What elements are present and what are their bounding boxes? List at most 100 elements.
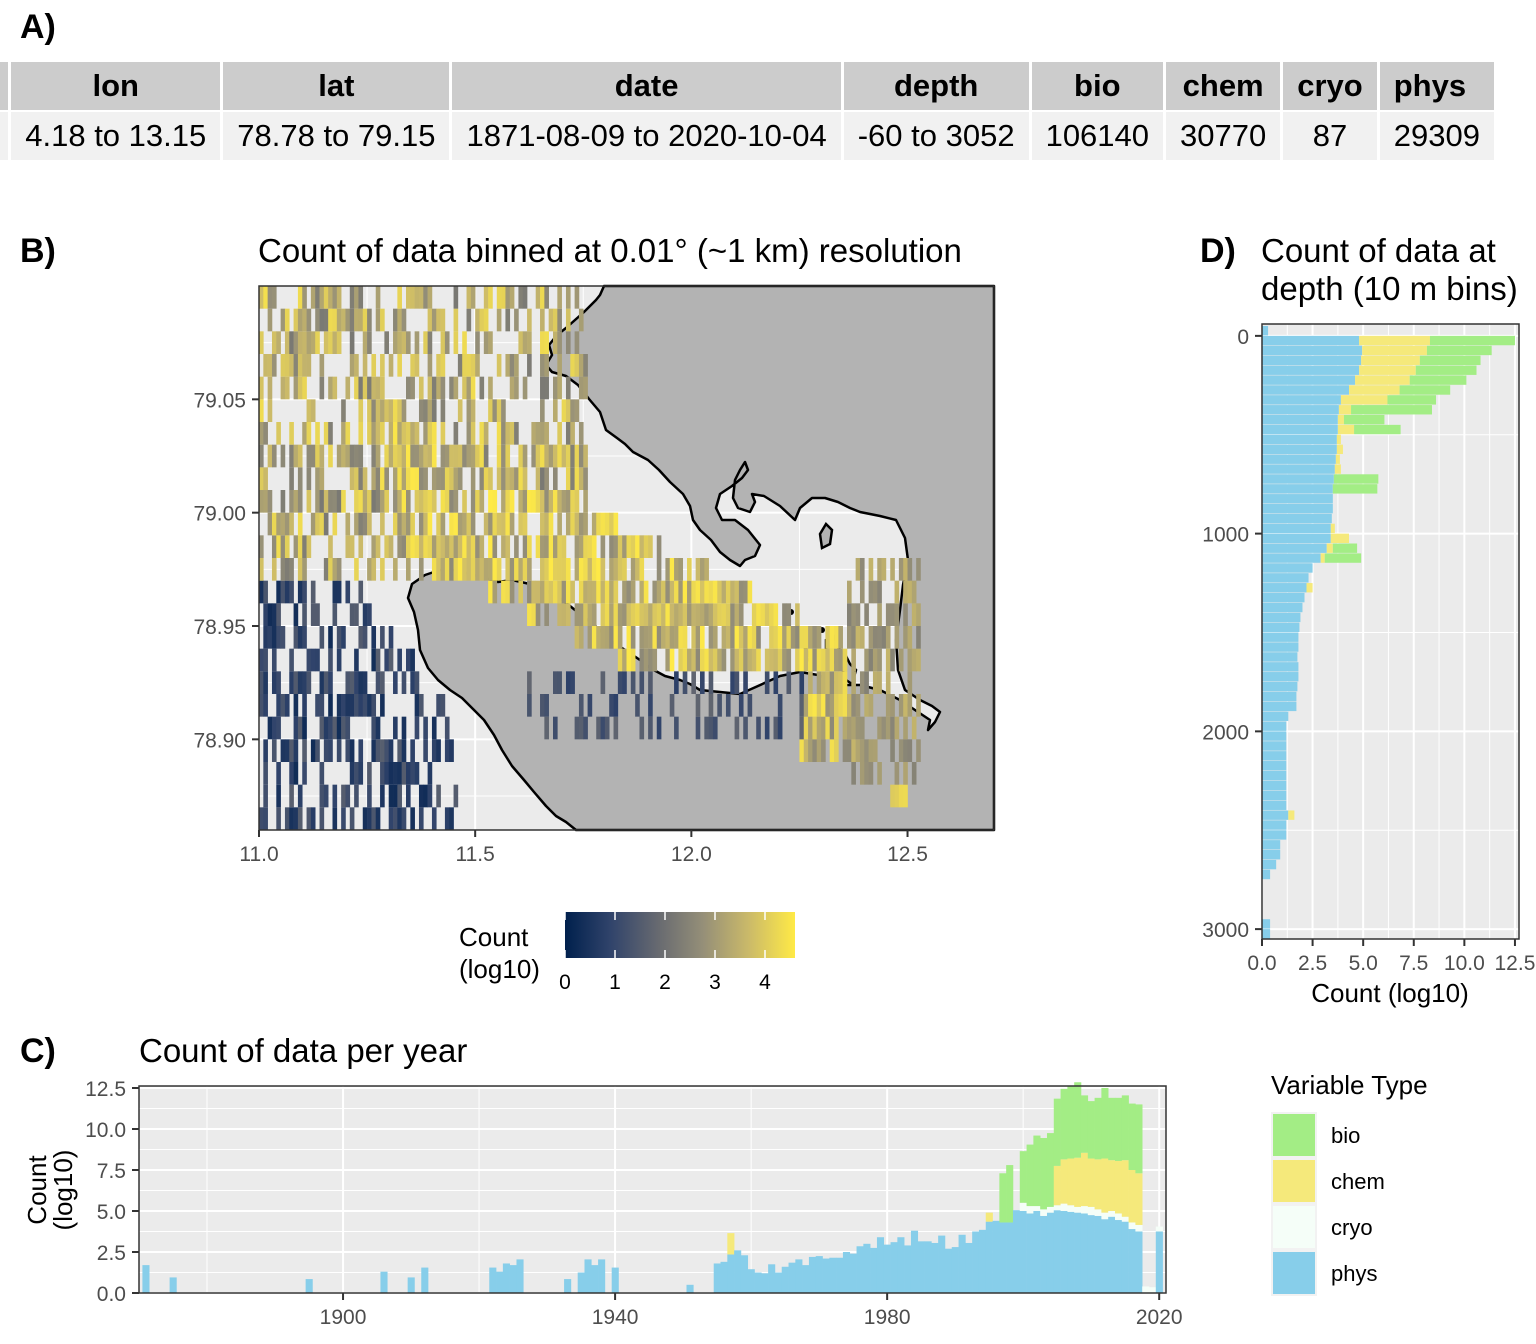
heatmap-cell (540, 694, 545, 717)
heatmap-cell (466, 422, 472, 445)
heatmap-cell (596, 716, 601, 740)
depth-bar-phys (1262, 642, 1299, 652)
depth-bar-phys (1262, 474, 1334, 484)
heatmap-cell (669, 626, 675, 649)
heatmap-cell (362, 331, 368, 354)
heatmap-cell (617, 671, 623, 694)
heatmap-cell (721, 580, 727, 604)
heatmap-cell (475, 308, 480, 332)
depth-bar-bio (1332, 543, 1358, 553)
heatmap-cell (323, 308, 329, 332)
year-bar-bio (1094, 1097, 1102, 1160)
year-bar-chem (1094, 1159, 1102, 1210)
heatmap-cell (535, 580, 541, 604)
heatmap-cell (847, 626, 852, 649)
heatmap-cell (354, 467, 359, 490)
heatmap-cell (414, 422, 420, 445)
heatmap-cell (535, 422, 541, 445)
heatmap-cell (406, 444, 411, 468)
heatmap-cell (302, 558, 307, 581)
heatmap-cell (393, 331, 398, 354)
year-bar-phys (1114, 1220, 1123, 1293)
heatmap-cell (271, 286, 277, 309)
depth-bar-chem (1330, 533, 1350, 544)
heatmap-cell (310, 286, 316, 309)
year-bar-cryo (1094, 1209, 1102, 1216)
heatmap-cell (557, 671, 562, 694)
year-bar-phys (1026, 1213, 1034, 1293)
heatmap-cell (328, 739, 333, 762)
heatmap-cell (648, 626, 653, 649)
heatmap-cell (349, 286, 355, 309)
heatmap-cell (916, 739, 921, 762)
heatmap-cell (384, 490, 390, 513)
heatmap-cell (410, 512, 415, 536)
heatmap-cell (496, 286, 502, 309)
heatmap-cell (345, 512, 351, 536)
depth-bar-phys (1262, 701, 1297, 712)
heatmap-cell (310, 580, 316, 604)
heatmap-cell (449, 739, 454, 762)
heatmap-cell (544, 490, 549, 513)
depth-bar-bio (1426, 345, 1492, 356)
heatmap-cell (505, 467, 511, 490)
heatmap-cell (328, 626, 333, 649)
heatmap-cell (384, 535, 390, 558)
heatmap-cell (336, 444, 342, 468)
year-bar-phys (951, 1247, 959, 1293)
year-bar-phys (1087, 1215, 1095, 1293)
heatmap-cell (462, 490, 467, 513)
heatmap-cell (479, 308, 485, 332)
heatmap-cell (712, 716, 718, 740)
heatmap-cell (263, 671, 268, 694)
heatmap-cell (795, 603, 800, 626)
year-bar-phys (421, 1267, 429, 1293)
year-bar-chem (1128, 1170, 1136, 1223)
heatmap-cell (626, 626, 632, 649)
depth-bar-phys (1262, 711, 1289, 721)
heatmap-cell (406, 422, 411, 445)
heatmap-cell (557, 512, 562, 536)
heatmap-cell (375, 399, 381, 422)
depth-bar-phys (1262, 780, 1287, 791)
heatmap-cell (384, 467, 390, 490)
depth-bar-phys (1262, 345, 1363, 356)
heatmap-cell (341, 784, 346, 808)
heatmap-cell (297, 671, 303, 694)
heatmap-cell (332, 331, 338, 354)
heatmap-cell (695, 603, 701, 626)
heatmap-cell (540, 512, 545, 536)
year-bar-phys (169, 1277, 177, 1293)
heatmap-cell (574, 512, 580, 536)
heatmap-cell (842, 648, 848, 672)
year-bar-phys (1006, 1222, 1014, 1293)
heatmap-cell (587, 580, 593, 604)
heatmap-cell (907, 671, 913, 694)
legend-label-chem: chem (1331, 1169, 1385, 1194)
heatmap-cell (427, 331, 433, 354)
heatmap-cell (302, 422, 307, 445)
heatmap-cell (384, 399, 390, 422)
heatmap-cell (734, 671, 740, 694)
heatmap-cell (354, 354, 359, 377)
heatmap-cell (669, 694, 675, 717)
heatmap-cell (578, 558, 584, 581)
heatmap-cell (345, 535, 351, 558)
heatmap-cell (319, 762, 325, 785)
depth-bar-bio (1409, 375, 1467, 385)
heatmap-cell (509, 376, 515, 400)
heatmap-cell (583, 512, 588, 536)
heatmap-cell (505, 490, 511, 513)
heatmap-cell (890, 694, 895, 717)
year-bar-phys (380, 1271, 388, 1293)
heatmap-cell (349, 467, 355, 490)
heatmap-cell (851, 694, 856, 717)
heatmap-cell (427, 762, 433, 785)
heatmap-cell (501, 512, 506, 536)
heatmap-cell (418, 535, 424, 558)
depth-bar-phys (1262, 513, 1332, 524)
heatmap-cell (712, 648, 718, 672)
heatmap-cell (825, 648, 831, 672)
year-bar-cryo (1114, 1213, 1123, 1221)
heatmap-cell (284, 354, 290, 377)
